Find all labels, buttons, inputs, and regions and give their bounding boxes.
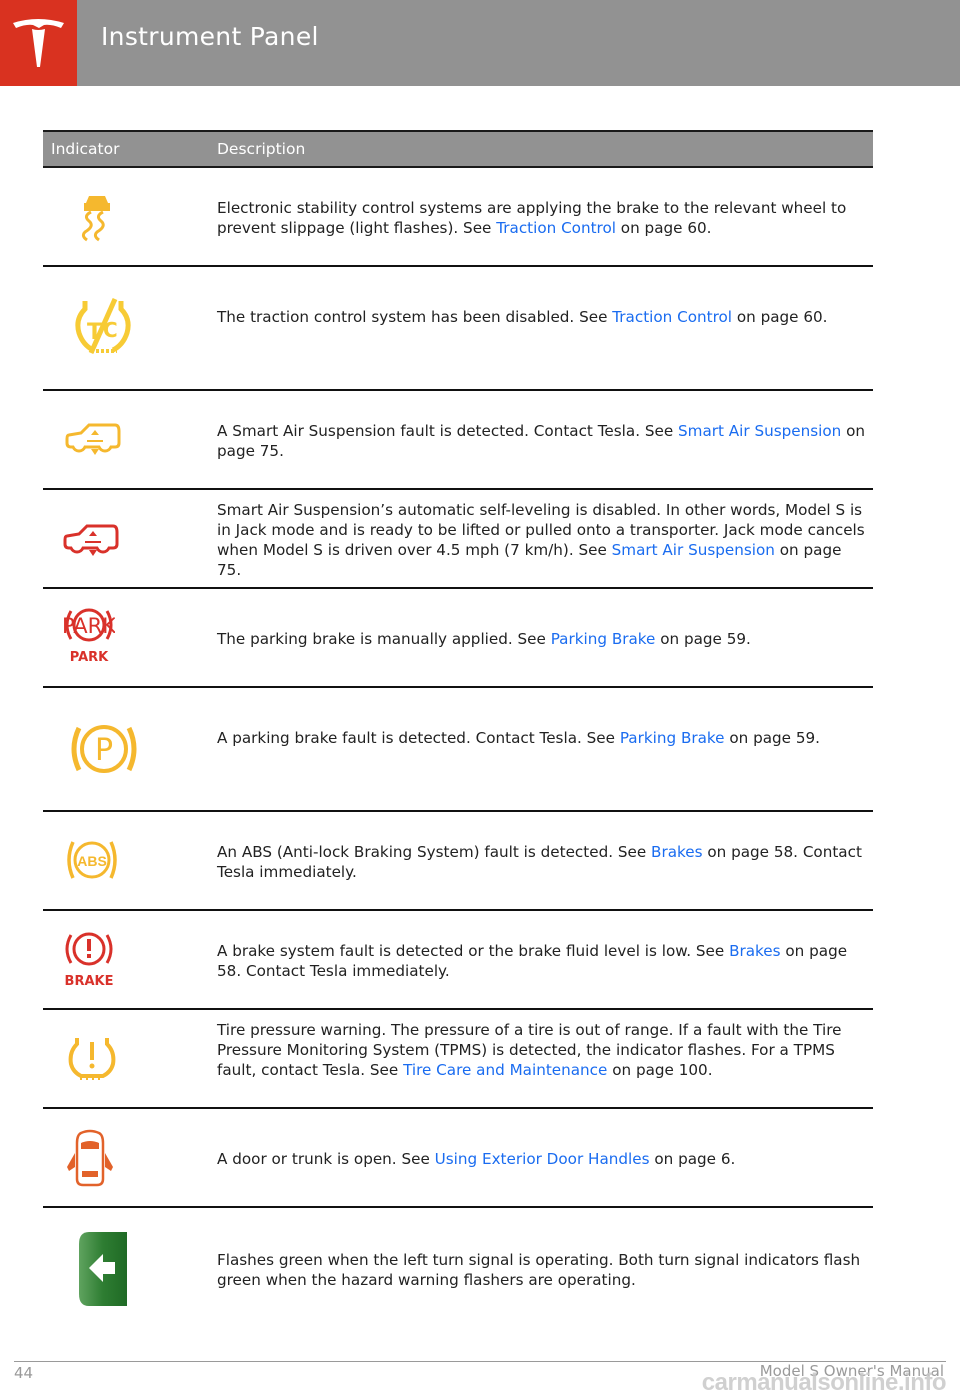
svg-text:P: P: [95, 733, 113, 768]
door-open-icon: [67, 1129, 113, 1187]
row-description: The traction control system has been dis…: [217, 308, 828, 326]
table-row: BRAKE A brake system fault is detected o…: [43, 911, 873, 1010]
indicator-table: Indicator Description Electronic stabili…: [43, 130, 873, 1330]
watermark: carmanualsonline.info: [701, 1369, 947, 1396]
table-row: Tire pressure warning. The pressure of a…: [43, 1010, 873, 1109]
tesla-t-icon: [13, 19, 64, 67]
tesla-logo: [0, 0, 77, 86]
parking-brake-applied-icon: PARK PARK: [63, 608, 115, 665]
column-header-indicator: Indicator: [51, 140, 120, 158]
svg-text:T: T: [87, 320, 102, 345]
page-title: Instrument Panel: [101, 22, 319, 51]
link-brakes[interactable]: Brakes: [729, 942, 780, 960]
table-row: P A parking brake fault is detected. Con…: [43, 688, 873, 812]
row-description: An ABS (Anti-lock Braking System) fault …: [217, 843, 862, 881]
traction-control-off-icon: T C: [75, 297, 131, 355]
row-description: Smart Air Suspension’s automatic self-le…: [217, 501, 865, 579]
row-description: A door or trunk is open. See Using Exter…: [217, 1150, 736, 1168]
link-traction-control[interactable]: Traction Control: [496, 219, 616, 237]
link-parking-brake[interactable]: Parking Brake: [551, 630, 656, 648]
svg-text:ABS: ABS: [77, 853, 107, 869]
table-row: Electronic stability control systems are…: [43, 168, 873, 267]
jack-mode-icon: [63, 524, 119, 556]
table-row: T C The traction control system has been…: [43, 267, 873, 391]
table-row: Flashes green when the left turn signal …: [43, 1208, 873, 1330]
brake-fault-icon: BRAKE: [65, 932, 114, 989]
table-row: ABS An ABS (Anti-lock Braking System) fa…: [43, 812, 873, 911]
link-smart-air-suspension[interactable]: Smart Air Suspension: [612, 541, 775, 559]
link-brakes[interactable]: Brakes: [651, 843, 702, 861]
link-tire-care[interactable]: Tire Care and Maintenance: [403, 1061, 607, 1079]
page-number: 44: [14, 1364, 34, 1382]
svg-text:PARK: PARK: [63, 614, 115, 638]
parking-brake-fault-icon: P: [71, 725, 137, 773]
table-row: A door or trunk is open. See Using Exter…: [43, 1109, 873, 1208]
table-row: A Smart Air Suspension fault is detected…: [43, 391, 873, 490]
table-row: PARK PARK The parking brake is manually …: [43, 589, 873, 688]
svg-text:BRAKE: BRAKE: [65, 974, 114, 989]
tire-pressure-warning-icon: [68, 1038, 116, 1080]
table-header: Indicator Description: [43, 130, 873, 168]
table-row: Smart Air Suspension’s automatic self-le…: [43, 490, 873, 589]
left-turn-signal-icon: [79, 1232, 127, 1306]
row-description: The parking brake is manually applied. S…: [217, 630, 751, 648]
link-smart-air-suspension[interactable]: Smart Air Suspension: [678, 422, 841, 440]
row-description: Tire pressure warning. The pressure of a…: [217, 1021, 842, 1079]
row-description: A Smart Air Suspension fault is detected…: [217, 422, 866, 460]
row-description: A brake system fault is detected or the …: [217, 942, 848, 980]
row-description: Flashes green when the left turn signal …: [217, 1251, 861, 1289]
svg-text:C: C: [103, 318, 118, 342]
abs-fault-icon: ABS: [67, 841, 117, 879]
link-exterior-door-handles[interactable]: Using Exterior Door Handles: [435, 1150, 650, 1168]
traction-control-active-icon: [81, 196, 110, 242]
column-header-description: Description: [217, 140, 306, 158]
link-parking-brake[interactable]: Parking Brake: [620, 729, 725, 747]
link-traction-control[interactable]: Traction Control: [612, 308, 732, 326]
row-description: Electronic stability control systems are…: [217, 199, 847, 237]
svg-text:PARK: PARK: [70, 650, 109, 665]
row-description: A parking brake fault is detected. Conta…: [217, 729, 821, 747]
air-suspension-fault-icon: [65, 423, 121, 455]
